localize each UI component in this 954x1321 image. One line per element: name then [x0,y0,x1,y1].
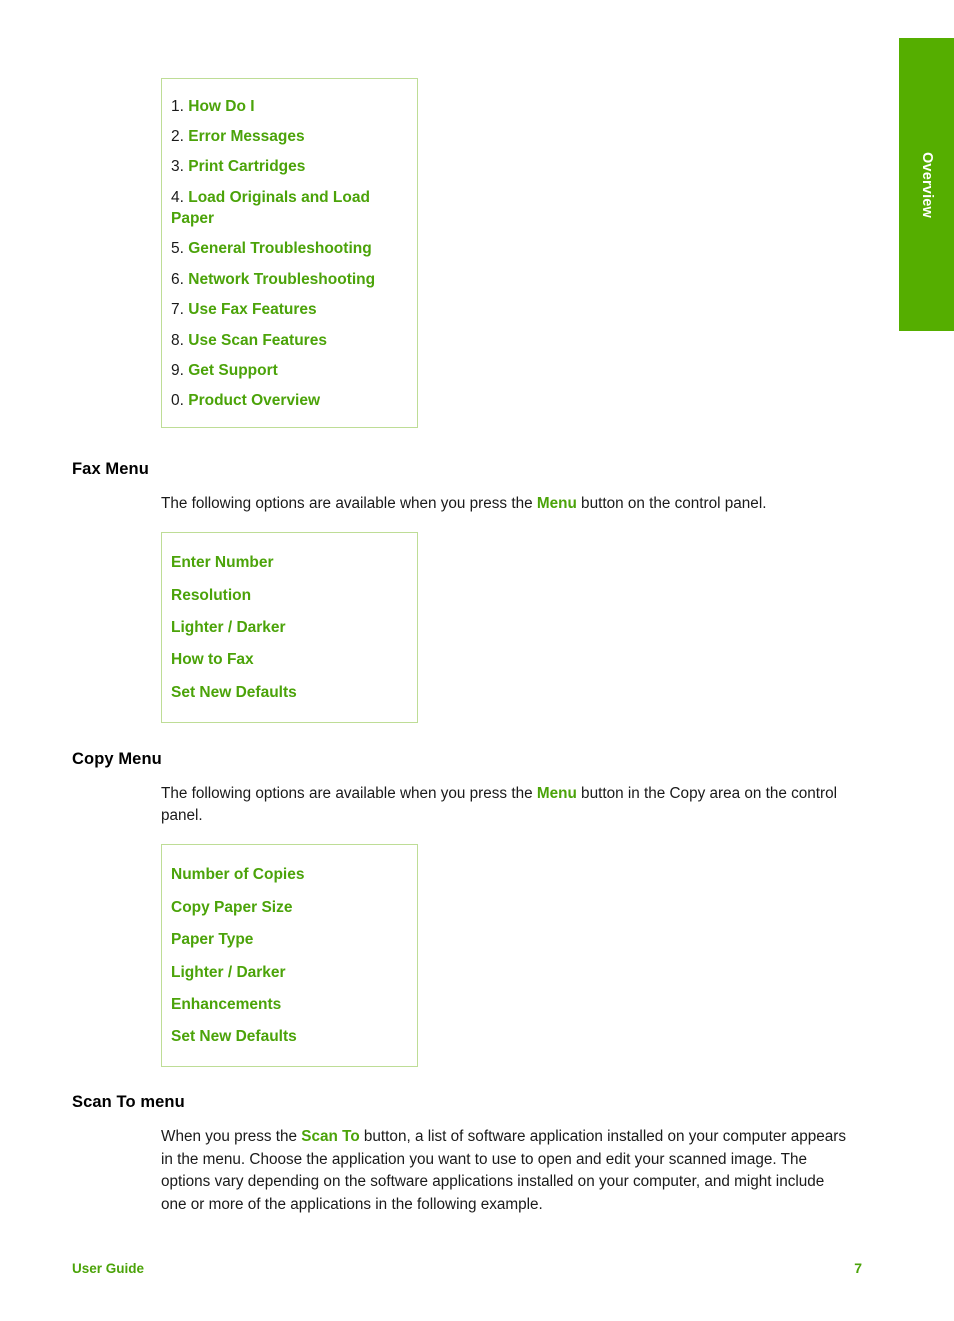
section-fax-menu: Fax Menu The following options are avail… [72,460,862,723]
copy-menu-item: Copy Paper Size [171,898,293,916]
help-menu-item: 6. Network Troubleshooting [162,264,417,294]
help-menu-item: 4. Load Originals and Load Paper [162,182,417,234]
footer-guide-label: User Guide [72,1261,145,1276]
help-menu-item-label: Print Cartridges [188,158,306,176]
help-menu-item: 9. Get Support [162,355,417,385]
page-content: 1. How Do I 2. Error Messages 3. Print C… [72,78,862,1233]
fax-menu-item: Resolution [171,586,252,604]
help-menu-item: 3. Print Cartridges [162,152,417,182]
fax-menu-item: How to Fax [171,651,254,669]
help-menu-item-number: 6. [171,270,184,288]
copy-menu-item: Number of Copies [171,866,305,884]
help-menu-item-number: 9. [171,361,184,379]
help-menu-item-number: 3. [171,158,184,176]
help-menu-item-number: 8. [171,331,184,349]
copy-menu-item: Enhancements [171,995,282,1013]
help-menu-item-label: Use Scan Features [188,331,327,349]
help-menu-item-label: Product Overview [188,392,321,410]
help-menu-item-number: 2. [171,127,184,145]
help-menu-box: 1. How Do I 2. Error Messages 3. Print C… [161,78,418,429]
fax-menu-item: Enter Number [171,554,274,572]
help-menu-item: 2. Error Messages [162,121,417,151]
paragraph-text-after: button on the control panel. [576,495,767,513]
help-menu-item: 1. How Do I [162,91,417,121]
section-title-scan-to-menu: Scan To menu [72,1093,185,1112]
help-menu-item-label: General Troubleshooting [188,240,372,258]
help-menu-item-label: Use Fax Features [188,301,317,319]
footer-page-number: 7 [854,1260,862,1276]
help-menu-item-label: Network Troubleshooting [188,270,376,288]
section-title-copy-menu: Copy Menu [72,749,162,768]
copy-menu-item: Set New Defaults [171,1028,297,1046]
help-menu-item: 5. General Troubleshooting [162,234,417,264]
paragraph-text-before: When you press the [161,1128,302,1146]
help-menu-item-number: 4. [171,188,184,206]
inline-highlight-scan-to: Scan To [301,1128,360,1146]
help-menu-item: 7. Use Fax Features [162,295,417,325]
help-menu-item-number: 1. [171,97,184,115]
section-title-fax-menu: Fax Menu [72,460,149,479]
section-paragraph-copy-menu: The following options are available when… [161,783,861,828]
help-menu-item-number: 5. [171,240,184,258]
copy-menu-box: Number of Copies Copy Paper Size Paper T… [161,843,418,1068]
help-menu-item-label: Get Support [188,361,278,379]
section-paragraph-scan-to-menu: When you press the Scan To button, a lis… [161,1126,851,1217]
help-menu-item-label: Error Messages [188,127,305,145]
document-page: Overview 1. How Do I 2. Error Messages 3… [0,0,954,1321]
copy-menu-item: Lighter / Darker [171,963,286,981]
fax-menu-box: Enter Number Resolution Lighter / Darker… [161,531,418,723]
help-menu-item-number: 7. [171,301,184,319]
help-menu-item-number: 0. [171,392,184,410]
chapter-tab-label: Overview [918,151,935,218]
copy-menu-item: Paper Type [171,931,254,949]
help-menu-item-label: Load Originals and Load Paper [171,188,370,227]
section-paragraph-fax-menu: The following options are available when… [161,493,861,516]
paragraph-text-before: The following options are available when… [161,495,537,513]
help-menu-item: 8. Use Scan Features [162,325,417,355]
section-copy-menu: Copy Menu The following options are avai… [72,750,862,1068]
inline-highlight-menu: Menu [536,784,577,802]
chapter-tab-overview: Overview [899,38,954,331]
section-scan-to-menu: Scan To menu When you press the Scan To … [72,1093,862,1217]
fax-menu-item: Lighter / Darker [171,619,286,636]
page-footer: User Guide 7 [72,1260,862,1276]
help-menu-item: 0. Product Overview [162,386,417,416]
help-menu-item-label: How Do I [188,97,255,115]
paragraph-text-before: The following options are available when… [161,784,537,802]
inline-highlight-menu: Menu [536,495,577,513]
fax-menu-item: Set New Defaults [171,683,297,701]
